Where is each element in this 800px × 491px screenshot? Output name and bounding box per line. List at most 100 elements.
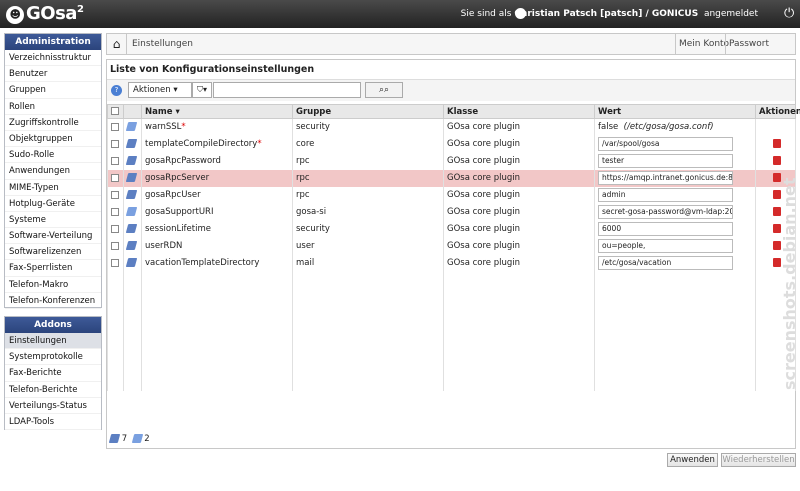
admin-item-13[interactable]: Fax-Sperrlisten <box>5 260 101 277</box>
object-count: 7 2 <box>108 434 150 444</box>
addons-item-4[interactable]: Verteilungs-Status <box>5 398 101 414</box>
setting-value: secret-gosa-password@vm-ldap:20081 <box>594 203 756 221</box>
row-checkbox[interactable] <box>107 203 124 221</box>
admin-item-2[interactable]: Gruppen <box>5 82 101 99</box>
addons-item-5[interactable]: LDAP-Tools <box>5 414 101 431</box>
setting-class: GOsa core plugin <box>443 254 595 272</box>
row-checkbox[interactable] <box>107 254 124 272</box>
admin-item-12[interactable]: Softwarelizenzen <box>5 244 101 261</box>
setting-type-icon <box>123 135 142 153</box>
setting-name[interactable]: warnSSL* <box>141 118 293 136</box>
table-row[interactable]: gosaRpcUser rpc GOsa core plugin admin <box>107 186 796 204</box>
setting-name[interactable]: templateCompileDirectory* <box>141 135 293 153</box>
addons-item-1[interactable]: Systemprotokolle <box>5 349 101 366</box>
setting-type-icon <box>123 118 142 136</box>
row-checkbox[interactable] <box>107 152 124 170</box>
table-row[interactable]: userRDN user GOsa core plugin ou=people, <box>107 237 796 255</box>
admin-item-1[interactable]: Benutzer <box>5 66 101 83</box>
setting-class: GOsa core plugin <box>443 203 595 221</box>
table-row[interactable]: sessionLifetime security GOsa core plugin 6… <box>107 220 796 238</box>
row-checkbox[interactable] <box>107 237 124 255</box>
setting-name[interactable]: gosaRpcUser <box>141 186 293 204</box>
row-checkbox[interactable] <box>107 169 124 187</box>
table-row[interactable]: vacationTemplateDirectory mail GOsa core p… <box>107 254 796 272</box>
restore-button: Wiederherstellen <box>721 453 796 467</box>
admin-item-14[interactable]: Telefon-Makro <box>5 277 101 293</box>
row-checkbox[interactable] <box>107 118 124 136</box>
value-input[interactable]: tester <box>598 154 733 168</box>
value-column-header[interactable]: Wert <box>594 104 756 119</box>
setting-name[interactable]: userRDN <box>141 237 293 255</box>
filter-icon[interactable]: ⛉▾ <box>192 82 212 98</box>
setting-group: gosa-si <box>292 203 444 221</box>
admin-item-10[interactable]: Systeme <box>5 212 101 229</box>
home-icon[interactable]: ⌂ <box>107 34 127 54</box>
apply-button[interactable]: Anwenden <box>667 453 718 467</box>
addons-item-2[interactable]: Fax-Berichte <box>5 365 101 382</box>
admin-item-0[interactable]: Verzeichnisstruktur <box>5 50 101 67</box>
admin-item-9[interactable]: Hotplug-Geräte <box>5 196 101 212</box>
setting-name[interactable]: gosaSupportURI <box>141 203 293 221</box>
select-all-checkbox[interactable] <box>107 104 124 119</box>
addons-item-0[interactable]: Einstellungen <box>5 333 101 350</box>
actions-dropdown[interactable]: Aktionen ▾ <box>128 82 192 98</box>
setting-changed-icon <box>131 434 143 443</box>
setting-group: rpc <box>292 186 444 204</box>
setting-icon <box>108 434 121 443</box>
admin-item-7[interactable]: Anwendungen <box>5 163 101 180</box>
value-input[interactable]: 6000 <box>598 222 733 236</box>
my-account-link[interactable]: Mein Konto <box>675 34 732 54</box>
setting-class: GOsa core plugin <box>443 152 595 170</box>
help-icon[interactable]: ? <box>111 85 122 96</box>
setting-group: core <box>292 135 444 153</box>
change-password-link[interactable]: Passwort ändern <box>725 34 795 69</box>
admin-item-11[interactable]: Software-Verteilung <box>5 228 101 245</box>
addons-menu: Addons Einstellungen Systemprotokolle Fax-… <box>4 316 102 431</box>
binoculars-search-button[interactable]: ⌕⌕ <box>365 82 403 98</box>
setting-value: https://amqp.intranet.gonicus.de:8080 <box>594 169 756 187</box>
setting-type-icon <box>123 254 142 272</box>
table-row[interactable]: warnSSL* security GOsa core plugin false (/… <box>107 118 796 136</box>
name-column-header[interactable]: Name ▾ <box>141 104 293 119</box>
setting-name[interactable]: gosaRpcServer <box>141 169 293 187</box>
group-column-header[interactable]: Gruppe <box>292 104 444 119</box>
setting-name[interactable]: vacationTemplateDirectory <box>141 254 293 272</box>
setting-class: GOsa core plugin <box>443 135 595 153</box>
value-input[interactable]: /etc/gosa/vacation <box>598 256 733 270</box>
setting-name[interactable]: sessionLifetime <box>141 220 293 238</box>
table-header: Name ▾ Gruppe Klasse Wert Aktionen <box>107 104 800 119</box>
list-toolbar: ? Aktionen ▾ ⛉▾ ⌕⌕ <box>107 79 795 101</box>
top-bar: ☻ GOsa2 Sie sind als Christian Patsch [pa… <box>0 0 800 28</box>
power-icon[interactable]: ⏻ <box>784 6 794 21</box>
setting-group: security <box>292 220 444 238</box>
addons-item-3[interactable]: Telefon-Berichte <box>5 382 101 398</box>
value-input[interactable]: https://amqp.intranet.gonicus.de:8080 <box>598 171 733 185</box>
setting-class: GOsa core plugin <box>443 118 595 136</box>
setting-class: GOsa core plugin <box>443 237 595 255</box>
table-row[interactable]: gosaRpcServer rpc GOsa core plugin https://… <box>107 169 796 187</box>
row-checkbox[interactable] <box>107 220 124 238</box>
watermark: screenshots.debian.net <box>780 177 799 390</box>
value-input[interactable]: /var/spool/gosa <box>598 137 733 151</box>
admin-item-3[interactable]: Rollen <box>5 99 101 115</box>
row-checkbox[interactable] <box>107 186 124 204</box>
table-row[interactable]: gosaRpcPassword rpc GOsa core plugin tester <box>107 152 796 170</box>
row-checkbox[interactable] <box>107 135 124 153</box>
search-input[interactable] <box>213 82 361 98</box>
admin-item-6[interactable]: Sudo-Rolle <box>5 147 101 164</box>
admin-item-5[interactable]: Objektgruppen <box>5 131 101 148</box>
setting-group: user <box>292 237 444 255</box>
admin-item-15[interactable]: Telefon-Konferenzen <box>5 293 101 309</box>
class-column-header[interactable]: Klasse <box>443 104 595 119</box>
value-input[interactable]: secret-gosa-password@vm-ldap:20081 <box>598 205 733 219</box>
table-row[interactable]: gosaSupportURI gosa-si GOsa core plugin sec… <box>107 203 796 221</box>
administration-title: Administration <box>5 34 101 50</box>
value-input[interactable]: admin <box>598 188 733 202</box>
table-row[interactable]: templateCompileDirectory* core GOsa core p… <box>107 135 796 153</box>
admin-item-4[interactable]: Zugriffskontrolle <box>5 115 101 131</box>
type-column-header <box>123 104 142 119</box>
setting-value: false (/etc/gosa/gosa.conf) <box>594 118 756 136</box>
setting-name[interactable]: gosaRpcPassword <box>141 152 293 170</box>
value-input[interactable]: ou=people, <box>598 239 733 253</box>
admin-item-8[interactable]: MIME-Typen <box>5 180 101 196</box>
